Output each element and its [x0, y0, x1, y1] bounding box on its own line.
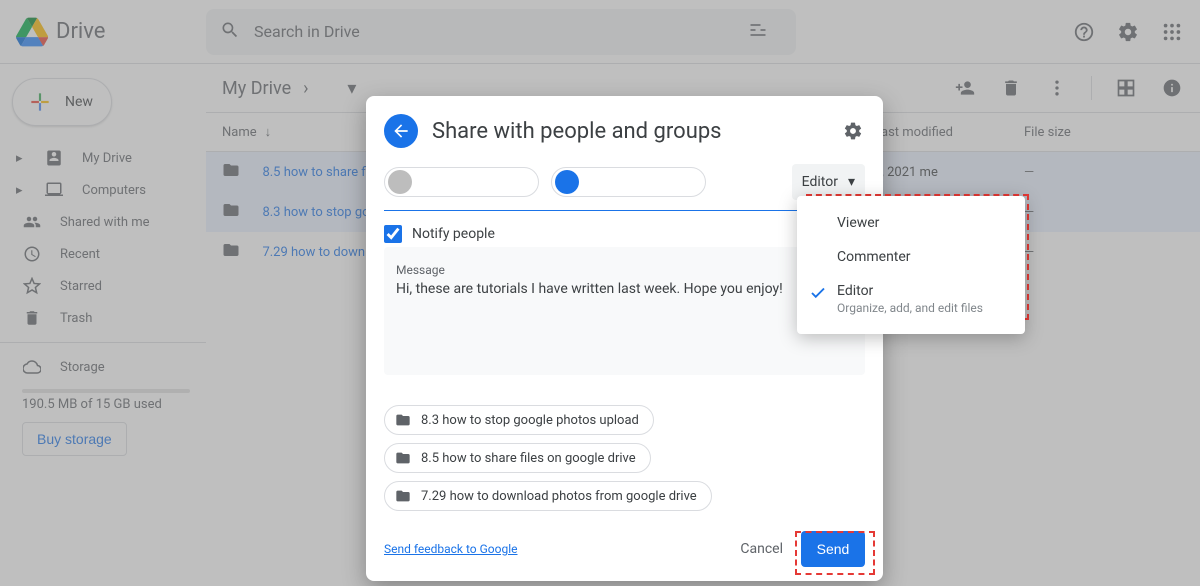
share-dialog: Share with people and groups Editor▾ Not…: [366, 96, 883, 581]
message-textarea[interactable]: Hi, these are tutorials I have written l…: [396, 277, 853, 365]
attachment-chip[interactable]: 8.3 how to stop google photos upload: [384, 405, 654, 435]
send-button[interactable]: Send: [801, 531, 865, 567]
folder-icon: [395, 412, 411, 428]
person-chip[interactable]: [384, 167, 539, 197]
dialog-gear-icon[interactable]: [841, 119, 865, 143]
cancel-button[interactable]: Cancel: [740, 541, 783, 557]
attachment-chip[interactable]: 7.29 how to download photos from google …: [384, 481, 712, 511]
role-option[interactable]: Viewer: [797, 206, 1025, 240]
role-popover: ViewerCommenterEditorOrganize, add, and …: [797, 196, 1025, 334]
dialog-title: Share with people and groups: [432, 119, 827, 144]
attachments-list: 8.3 how to stop google photos upload 8.5 …: [384, 405, 865, 511]
people-input-row[interactable]: Editor▾: [384, 164, 865, 211]
caret-down-icon: ▾: [848, 174, 855, 190]
back-button[interactable]: [384, 114, 418, 148]
check-icon: [809, 284, 827, 307]
role-option[interactable]: Commenter: [797, 240, 1025, 274]
notify-checkbox[interactable]: Notify people: [384, 225, 865, 243]
avatar-icon: [388, 170, 412, 194]
person-chip[interactable]: [551, 167, 706, 197]
role-option[interactable]: EditorOrganize, add, and edit files: [797, 274, 1025, 324]
folder-icon: [395, 450, 411, 466]
feedback-link[interactable]: Send feedback to Google: [384, 542, 518, 556]
attachment-chip[interactable]: 8.5 how to share files on google drive: [384, 443, 651, 473]
avatar-icon: [555, 170, 579, 194]
folder-icon: [395, 488, 411, 504]
role-dropdown[interactable]: Editor▾: [792, 164, 865, 200]
message-label: Message: [396, 263, 853, 277]
